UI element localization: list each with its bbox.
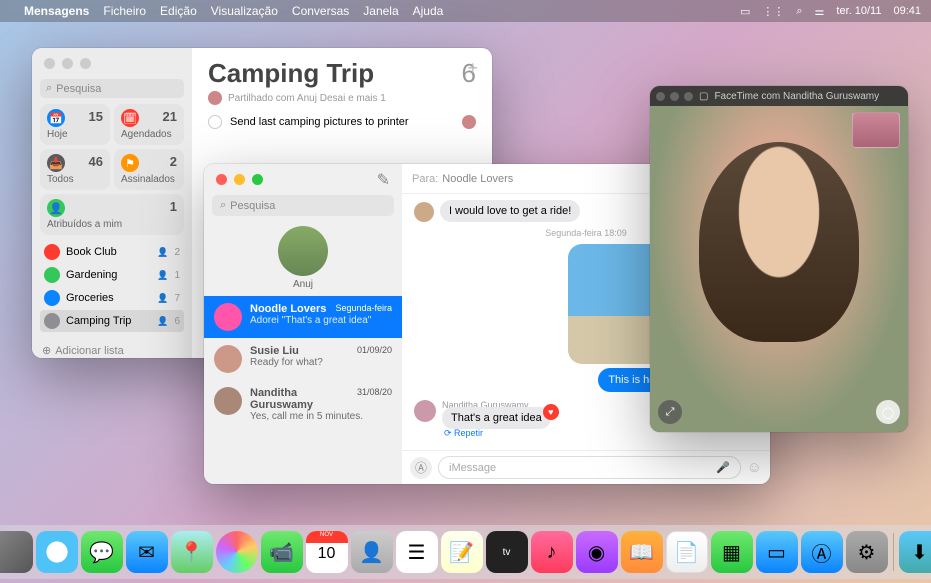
dock-reminders[interactable]: ☰	[396, 531, 438, 573]
shutter-icon[interactable]: ◯	[876, 400, 900, 424]
control-center-icon[interactable]: ⚌	[815, 5, 825, 18]
dock-tv[interactable]: tv	[486, 531, 528, 573]
facetime-title: FaceTime com Nanditha Guruswamy	[714, 91, 879, 102]
smartlist-today[interactable]: 📅15Hoje	[40, 104, 110, 145]
search-icon: ⌕	[220, 199, 226, 212]
wifi-icon[interactable]: ⋮⋮	[762, 5, 784, 18]
dock-pages[interactable]: 📄	[666, 531, 708, 573]
message-input[interactable]: iMessage🎤	[438, 456, 741, 479]
menubar-time[interactable]: 09:41	[893, 5, 921, 17]
message-input-bar: Ⓐ iMessage🎤 ☺	[402, 450, 770, 484]
search-icon[interactable]: ⌕	[796, 5, 802, 18]
menubar-date[interactable]: ter. 10/11	[836, 5, 881, 17]
menu-help[interactable]: Ajuda	[413, 4, 444, 18]
fullscreen-icon[interactable]: ⤢	[658, 400, 682, 424]
pinned-conversation[interactable]: Anuj	[204, 226, 402, 290]
dock-contacts[interactable]: 👤	[351, 531, 393, 573]
menu-view[interactable]: Visualização	[211, 4, 278, 18]
shared-icon: 👤	[157, 316, 168, 327]
list-book-club[interactable]: Book Club👤2	[40, 241, 184, 263]
avatar	[214, 303, 242, 331]
pinned-name: Anuj	[293, 279, 313, 290]
dock-messages[interactable]: 💬	[81, 531, 123, 573]
avatar	[414, 400, 436, 422]
facetime-traffic-lights[interactable]	[656, 92, 693, 101]
messages-search[interactable]: ⌕Pesquisa	[212, 195, 394, 216]
conversation-nanditha[interactable]: Nanditha Guruswamy31/08/20Yes, call me i…	[204, 380, 402, 429]
messages-sidebar: ✎ ⌕Pesquisa Anuj Noodle LoversSegunda-fe…	[204, 164, 402, 484]
menubar-app-name[interactable]: Mensagens	[24, 4, 89, 18]
avatar	[278, 226, 328, 276]
dock-preferences[interactable]: ⚙	[846, 531, 888, 573]
shared-with[interactable]: Partilhado com Anuj Desai e mais 1	[208, 91, 476, 105]
dock-mail[interactable]: ✉	[126, 531, 168, 573]
mic-icon[interactable]: 🎤	[716, 461, 730, 474]
dock-books[interactable]: 📖	[621, 531, 663, 573]
avatar	[208, 91, 222, 105]
smartlist-assigned[interactable]: 👤1Atribuídos a mim	[40, 194, 184, 235]
facetime-titlebar[interactable]: ▢ FaceTime com Nanditha Guruswamy	[650, 86, 908, 106]
checkbox[interactable]	[208, 115, 222, 129]
dock-separator	[893, 533, 894, 571]
reminders-traffic-lights[interactable]	[32, 48, 192, 79]
facetime-window: ▢ FaceTime com Nanditha Guruswamy ⤢ ◯	[650, 86, 908, 432]
list-groceries[interactable]: Groceries👤7	[40, 287, 184, 309]
search-icon: ⌕	[46, 82, 52, 95]
assignee-avatar	[462, 115, 476, 129]
avatar	[214, 345, 242, 373]
shared-icon: 👤	[157, 247, 168, 258]
dock-podcasts[interactable]: ◉	[576, 531, 618, 573]
list-camping-trip[interactable]: Camping Trip👤6	[40, 310, 184, 332]
apps-icon[interactable]: Ⓐ	[410, 457, 432, 479]
dock-appstore[interactable]: Ⓐ	[801, 531, 843, 573]
incoming-message[interactable]: I would love to get a ride!	[440, 200, 580, 222]
facetime-pip[interactable]	[852, 112, 900, 148]
avatar	[214, 387, 242, 415]
dock-launchpad[interactable]	[0, 531, 33, 573]
emoji-icon[interactable]: ☺	[747, 459, 762, 476]
to-value: Noodle Lovers	[442, 173, 513, 185]
dock-numbers[interactable]: ▦	[711, 531, 753, 573]
list-title: Camping Trip	[208, 58, 374, 89]
menu-window[interactable]: Janela	[363, 4, 398, 18]
smartlist-scheduled[interactable]: 🗓21Agendados	[114, 104, 184, 145]
dock-notes[interactable]: 📝	[441, 531, 483, 573]
reminders-search[interactable]: ⌕Pesquisa	[40, 79, 184, 98]
dock-keynote[interactable]: ▭	[756, 531, 798, 573]
reminders-sidebar: ⌕Pesquisa 📅15Hoje 🗓21Agendados 📥46Todos …	[32, 48, 192, 358]
messages-traffic-lights[interactable]	[204, 164, 275, 195]
shared-icon: 👤	[157, 270, 168, 281]
smartlist-flagged[interactable]: ⚑2Assinalados	[114, 149, 184, 190]
menu-file[interactable]: Ficheiro	[103, 4, 146, 18]
dock-music[interactable]: ♪	[531, 531, 573, 573]
conversation-noodle-lovers[interactable]: Noodle LoversSegunda-feiraAdorei "That's…	[204, 296, 402, 338]
reply-message[interactable]: That's a great idea	[442, 407, 551, 429]
avatar	[414, 202, 434, 222]
add-reminder-button[interactable]: +	[467, 58, 478, 79]
dock-facetime[interactable]: 📹	[261, 531, 303, 573]
shared-icon: 👤	[157, 293, 168, 304]
compose-icon[interactable]: ✎	[377, 170, 390, 190]
battery-icon[interactable]: ▭	[740, 5, 750, 18]
conversation-susie-liu[interactable]: Susie Liu01/09/20Ready for what?	[204, 338, 402, 380]
to-label: Para:	[412, 173, 438, 185]
reminder-item[interactable]: Send last camping pictures to printer	[208, 115, 476, 129]
smartlist-all[interactable]: 📥46Todos	[40, 149, 110, 190]
dock: 💬 ✉ 📍 📹 NOV10 👤 ☰ 📝 tv ♪ ◉ 📖 📄 ▦ ▭ Ⓐ ⚙ ⬇…	[0, 525, 931, 579]
video-icon: ▢	[699, 91, 708, 102]
dock-photos[interactable]	[216, 531, 258, 573]
plus-icon: ⊕	[42, 344, 51, 357]
menubar: Mensagens Ficheiro Edição Visualização C…	[0, 0, 931, 22]
dock-calendar[interactable]: NOV10	[306, 531, 348, 573]
dock-safari[interactable]	[36, 531, 78, 573]
list-gardening[interactable]: Gardening👤1	[40, 264, 184, 286]
add-list-button[interactable]: ⊕Adicionar lista	[32, 338, 192, 358]
menu-conversations[interactable]: Conversas	[292, 4, 349, 18]
dock-maps[interactable]: 📍	[171, 531, 213, 573]
dock-downloads[interactable]: ⬇	[899, 531, 931, 573]
menu-edit[interactable]: Edição	[160, 4, 197, 18]
